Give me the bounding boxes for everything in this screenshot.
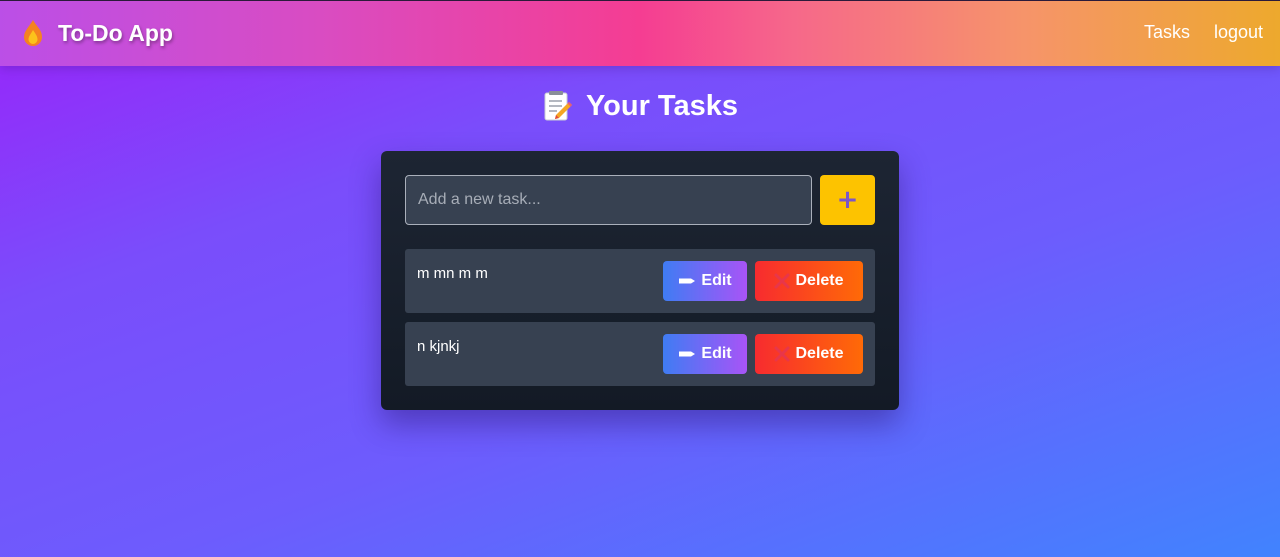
edit-label: Edit xyxy=(701,345,732,362)
task-text: m mn m m xyxy=(417,265,488,282)
nav-links: Tasks logout xyxy=(1144,22,1263,43)
delete-button[interactable]: Delete xyxy=(755,261,863,301)
delete-label: Delete xyxy=(795,272,844,289)
new-task-input[interactable] xyxy=(405,175,812,225)
edit-button[interactable]: Edit xyxy=(663,261,747,301)
delete-label: Delete xyxy=(795,345,844,362)
cross-icon xyxy=(774,273,790,289)
page-heading: Your Tasks xyxy=(0,89,1280,123)
cross-icon xyxy=(774,346,790,362)
flame-icon xyxy=(24,20,42,46)
page-title: Your Tasks xyxy=(585,89,739,122)
task-item: n kjnkj Edit Delete xyxy=(405,322,875,386)
nav-link-tasks[interactable]: Tasks xyxy=(1144,22,1190,43)
task-text: n kjnkj xyxy=(417,338,460,355)
pencil-icon xyxy=(679,351,696,357)
edit-label: Edit xyxy=(701,272,732,289)
add-task-label: + xyxy=(836,185,859,215)
navbar: To-Do App Tasks logout xyxy=(0,0,1280,66)
nav-link-logout[interactable]: logout xyxy=(1214,22,1263,43)
brand[interactable]: To-Do App xyxy=(20,17,173,49)
edit-button[interactable]: Edit xyxy=(663,334,747,374)
task-item: m mn m m Edit Delete xyxy=(405,249,875,313)
pencil-icon xyxy=(679,278,696,284)
add-task-button[interactable]: + xyxy=(820,175,875,225)
task-card: + m mn m m Edit Delete n kjnkj Edit xyxy=(381,151,899,410)
app-title: To-Do App xyxy=(58,19,173,46)
memo-icon xyxy=(544,91,572,121)
delete-button[interactable]: Delete xyxy=(755,334,863,374)
